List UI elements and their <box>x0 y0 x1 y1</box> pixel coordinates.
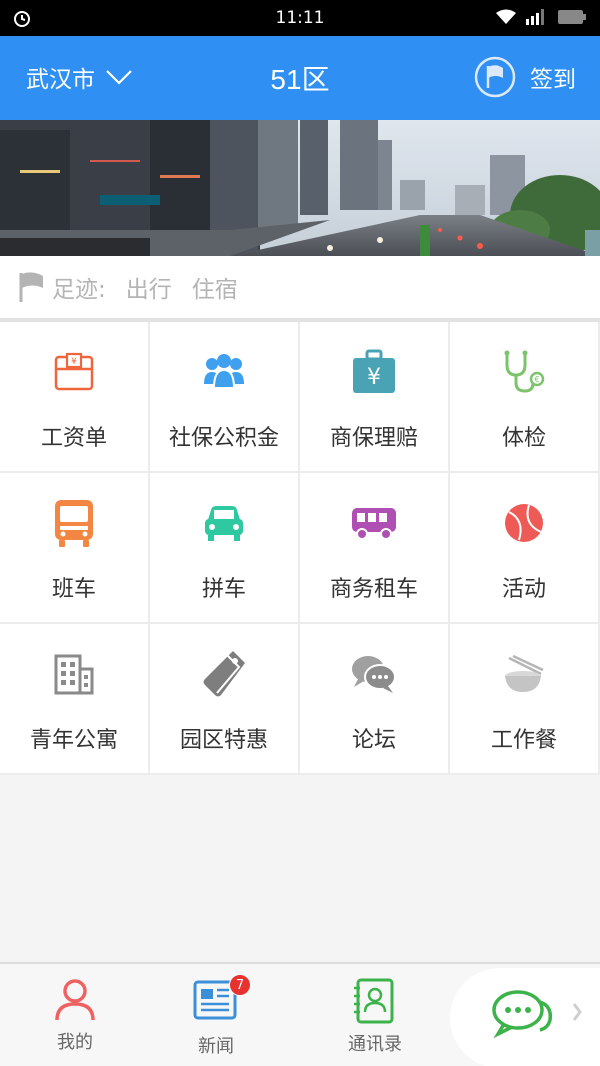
tab-label: 通讯录 <box>348 1034 402 1055</box>
grid-item-social-security[interactable]: 社保公积金 <box>150 322 300 473</box>
grid-item-label: 商务租车 <box>329 577 418 602</box>
ball-icon <box>500 499 548 547</box>
grid-item-car-rental[interactable]: 商务租车 <box>300 473 450 624</box>
grid-item-label: 园区特惠 <box>179 728 268 753</box>
tab-chat[interactable] <box>478 986 598 1046</box>
grid-item-shuttle-bus[interactable]: 班车 <box>0 473 150 624</box>
footprint-bar: 足迹: 出行 住宿 <box>0 256 600 318</box>
grid-item-label: 体检 <box>501 426 546 451</box>
city-street-image <box>0 120 600 256</box>
signal-icon <box>526 9 544 25</box>
svg-text:¥: ¥ <box>71 357 77 367</box>
people-group-icon <box>200 348 248 396</box>
grid-item-label: 拼车 <box>201 577 246 602</box>
address-book-icon <box>354 978 394 1024</box>
banner-image[interactable] <box>0 120 600 256</box>
status-bar: 11:11 <box>0 0 600 36</box>
grid-item-work-meal[interactable]: 工作餐 <box>450 624 600 775</box>
news-badge: 7 <box>229 974 251 996</box>
grid-item-label: 工作餐 <box>490 728 557 753</box>
tab-label: 新闻 <box>198 1036 234 1057</box>
meal-bowl-icon <box>500 650 548 698</box>
grid-item-youth-apartment[interactable]: 青年公寓 <box>0 624 150 775</box>
footprint-lodging[interactable]: 住宿 <box>192 270 238 304</box>
grid-item-carpool[interactable]: 拼车 <box>150 473 300 624</box>
grid-item-label: 工资单 <box>40 426 107 451</box>
grid-item-label: 活动 <box>501 577 546 602</box>
checkin-label: 签到 <box>530 67 576 93</box>
checkin-button[interactable]: 签到 <box>474 56 576 98</box>
grid-item-label: 班车 <box>51 577 96 602</box>
battery-icon <box>558 10 586 24</box>
svg-text:€: € <box>534 375 539 384</box>
footprint-label: 足迹: <box>52 277 106 303</box>
van-icon <box>350 499 398 547</box>
bus-icon <box>50 499 98 547</box>
tab-contacts[interactable]: 通讯录 <box>315 978 435 1056</box>
footprint-travel[interactable]: 出行 <box>126 270 172 304</box>
flag-icon <box>474 56 516 98</box>
grid-item-label: 论坛 <box>351 728 396 753</box>
grid-item-health-check[interactable]: € 体检 <box>450 322 600 473</box>
grid-item-label: 青年公寓 <box>29 728 118 753</box>
service-grid: ¥ 工资单 社保公积金 ¥ 商保理赔 € 体检 班车 拼车 商务租车 活动 青年… <box>0 322 600 775</box>
grid-item-park-deals[interactable]: 园区特惠 <box>150 624 300 775</box>
tag-icon <box>200 650 248 698</box>
tab-label: 我的 <box>57 1032 93 1053</box>
wifi-icon <box>496 9 516 24</box>
chat-icon <box>492 990 582 1039</box>
grid-item-label: 社保公积金 <box>168 426 279 451</box>
alarm-icon <box>14 11 30 27</box>
status-time: 11:11 <box>275 8 325 28</box>
grid-item-forum[interactable]: 论坛 <box>300 624 450 775</box>
svg-text:¥: ¥ <box>367 365 381 390</box>
yen-briefcase-icon: ¥ <box>350 348 398 396</box>
grid-item-activities[interactable]: 活动 <box>450 473 600 624</box>
grid-item-payslip[interactable]: ¥ 工资单 <box>0 322 150 473</box>
stethoscope-icon: € <box>500 348 548 396</box>
app-header: 武汉市 51区 签到 <box>0 36 600 120</box>
chat-bubbles-icon <box>350 650 398 698</box>
flag-icon <box>19 272 43 302</box>
tab-mine[interactable]: 我的 <box>15 978 135 1054</box>
payslip-icon: ¥ <box>50 348 98 396</box>
person-icon <box>55 979 95 1021</box>
bottom-tab-bar: 我的 7 新闻 通讯录 <box>0 962 600 1066</box>
grid-item-label: 商保理赔 <box>329 426 418 451</box>
car-icon <box>200 499 248 547</box>
apartment-icon <box>50 650 98 698</box>
grid-item-insurance-claim[interactable]: ¥ 商保理赔 <box>300 322 450 473</box>
tab-news[interactable]: 7 新闻 <box>156 974 276 1058</box>
